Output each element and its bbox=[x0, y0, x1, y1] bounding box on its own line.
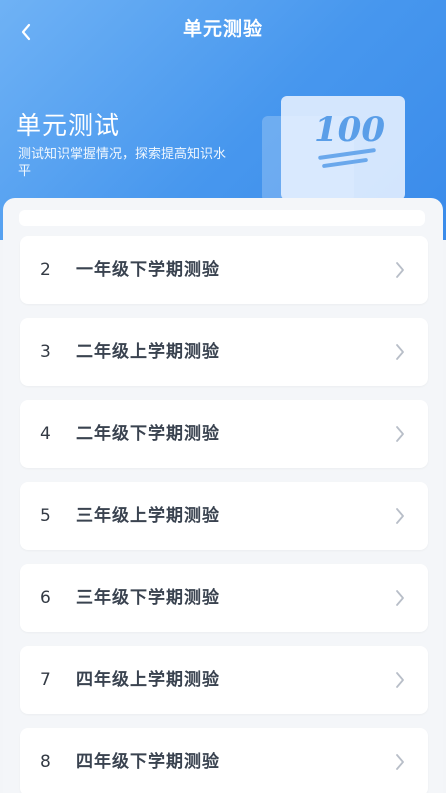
item-label: 二年级下学期测验 bbox=[76, 424, 220, 444]
list-item[interactable]: 7 四年级上学期测验 bbox=[20, 646, 428, 714]
page-title: 单元测验 bbox=[182, 18, 263, 40]
item-label: 二年级上学期测验 bbox=[76, 342, 220, 362]
item-number: 3 bbox=[40, 342, 51, 362]
screen: 单元测验 单元测试 测试知识掌握情况，探索提高知识水平 100 2 一年级下学期测… bbox=[0, 0, 446, 793]
item-label: 四年级下学期测验 bbox=[76, 752, 220, 772]
item-number: 7 bbox=[40, 670, 51, 690]
list-item[interactable]: 5 三年级上学期测验 bbox=[20, 482, 428, 550]
hero-title: 单元测试 bbox=[16, 111, 121, 140]
chevron-right-icon bbox=[396, 508, 404, 524]
chevron-right-icon bbox=[396, 344, 404, 360]
item-number: 5 bbox=[40, 506, 51, 526]
chevron-right-icon bbox=[396, 262, 404, 278]
chevron-right-icon bbox=[396, 754, 404, 770]
chevron-right-icon bbox=[396, 426, 404, 442]
list-item[interactable]: 6 三年级下学期测验 bbox=[20, 564, 428, 632]
chevron-right-icon bbox=[396, 672, 404, 688]
list-item[interactable]: 4 二年级下学期测验 bbox=[20, 400, 428, 468]
item-label: 三年级上学期测验 bbox=[76, 506, 220, 526]
item-number: 8 bbox=[40, 752, 51, 772]
list-item[interactable]: 3 二年级上学期测验 bbox=[20, 318, 428, 386]
score-100-icon: 100 bbox=[314, 110, 385, 150]
test-list: 2 一年级下学期测验 3 二年级上学期测验 4 二年级下学期测验 5 三年级上学期测验 6 三年级… bbox=[20, 236, 428, 793]
item-number: 2 bbox=[40, 260, 51, 280]
panel-top-strip bbox=[19, 210, 425, 226]
list-item[interactable]: 8 四年级下学期测验 bbox=[20, 728, 428, 793]
item-label: 三年级下学期测验 bbox=[76, 588, 220, 608]
item-label: 一年级下学期测验 bbox=[76, 260, 220, 280]
item-number: 4 bbox=[40, 424, 51, 444]
content-panel: 2 一年级下学期测验 3 二年级上学期测验 4 二年级下学期测验 5 三年级上学期测验 6 三年级… bbox=[3, 198, 443, 793]
chevron-right-icon bbox=[396, 590, 404, 606]
item-number: 6 bbox=[40, 588, 51, 608]
list-item[interactable]: 2 一年级下学期测验 bbox=[20, 236, 428, 304]
item-label: 四年级上学期测验 bbox=[76, 670, 220, 690]
hero-subtitle: 测试知识掌握情况，探索提高知识水平 bbox=[18, 147, 227, 179]
